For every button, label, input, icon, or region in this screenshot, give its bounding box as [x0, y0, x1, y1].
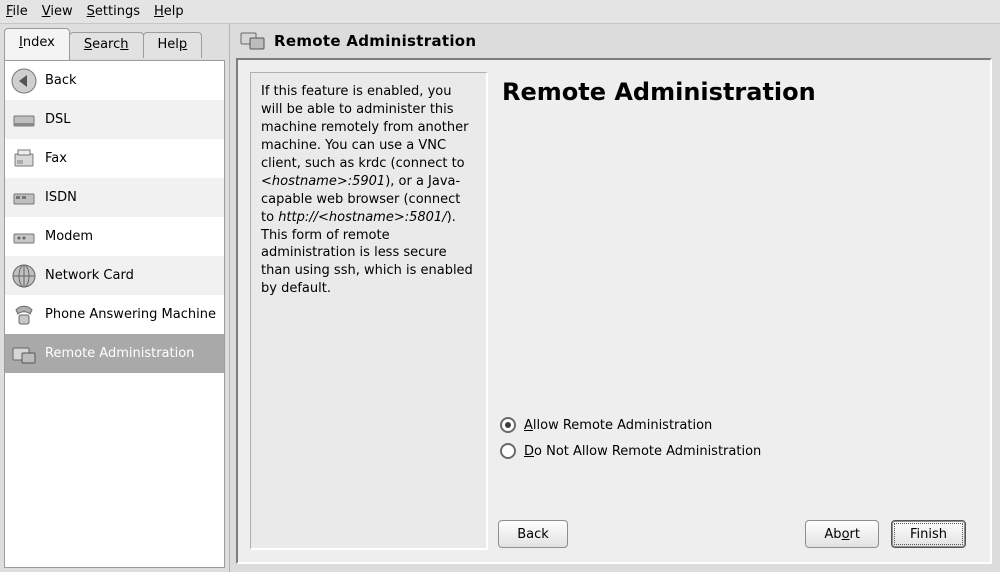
isdn-device-icon: [9, 183, 39, 213]
finish-button[interactable]: Finish: [891, 520, 966, 548]
menu-help[interactable]: Help: [154, 4, 184, 19]
sidebar-item-isdn[interactable]: ISDN: [5, 178, 224, 217]
radio-group: Allow Remote Administration Do Not Allow…: [498, 412, 978, 464]
button-bar: Back Abort Finish: [498, 520, 966, 548]
sidebar-item-phone-answering-machine[interactable]: Phone Answering Machine: [5, 295, 224, 334]
sidebar-tabs: Index Search Help: [4, 28, 225, 60]
page-title: Remote Administration: [274, 32, 476, 50]
radio-button-icon: [500, 417, 516, 433]
help-text-segment: If this feature is enabled, you will be …: [261, 84, 468, 171]
remote-admin-title-icon: [240, 30, 266, 52]
sidebar: Index Search Help Back DSL Fax: [0, 24, 230, 572]
sidebar-item-label: ISDN: [45, 190, 77, 205]
sidebar-item-label: Phone Answering Machine: [45, 307, 216, 322]
sidebar-item-label: Modem: [45, 229, 93, 244]
sidebar-item-label: Back: [45, 73, 77, 88]
help-text: If this feature is enabled, you will be …: [250, 72, 488, 550]
tab-help[interactable]: Help: [143, 32, 203, 58]
help-text-hostname1: <hostname>:5901: [261, 174, 385, 189]
sidebar-item-remote-administration[interactable]: Remote Administration: [5, 334, 224, 373]
sidebar-item-back[interactable]: Back: [5, 61, 224, 100]
radio-deny[interactable]: Do Not Allow Remote Administration: [500, 438, 978, 464]
content-area: Remote Administration If this feature is…: [230, 24, 1000, 572]
modem-icon: [9, 222, 39, 252]
sidebar-item-dsl[interactable]: DSL: [5, 100, 224, 139]
back-arrow-icon: [9, 66, 39, 96]
sidebar-item-label: Fax: [45, 151, 67, 166]
radio-label: Do Not Allow Remote Administration: [524, 444, 761, 459]
form-area: Remote Administration Allow Remote Admin…: [498, 72, 978, 550]
remote-admin-icon: [9, 339, 39, 369]
menu-file[interactable]: File: [6, 4, 28, 19]
sidebar-item-network-card[interactable]: Network Card: [5, 256, 224, 295]
menu-settings[interactable]: Settings: [87, 4, 140, 19]
menu-view[interactable]: View: [42, 4, 73, 19]
back-button[interactable]: Back: [498, 520, 568, 548]
dsl-modem-icon: [9, 105, 39, 135]
sidebar-item-modem[interactable]: Modem: [5, 217, 224, 256]
sidebar-item-fax[interactable]: Fax: [5, 139, 224, 178]
tab-search[interactable]: Search: [69, 32, 144, 58]
radio-button-icon: [500, 443, 516, 459]
menubar: File View Settings Help: [0, 0, 1000, 24]
sidebar-list: Back DSL Fax ISDN: [4, 60, 225, 568]
radio-allow[interactable]: Allow Remote Administration: [500, 412, 978, 438]
tab-index[interactable]: Index: [4, 28, 70, 60]
page-titlebar: Remote Administration: [236, 30, 992, 58]
help-text-hostname2: http://<hostname>:5801/: [278, 210, 446, 225]
main-panel: If this feature is enabled, you will be …: [236, 58, 992, 564]
radio-label: Allow Remote Administration: [524, 418, 712, 433]
sidebar-item-label: Network Card: [45, 268, 134, 283]
abort-button[interactable]: Abort: [805, 520, 879, 548]
page-heading: Remote Administration: [498, 72, 978, 106]
sidebar-item-label: Remote Administration: [45, 346, 194, 361]
phone-icon: [9, 300, 39, 330]
fax-machine-icon: [9, 144, 39, 174]
sidebar-item-label: DSL: [45, 112, 71, 127]
globe-network-icon: [9, 261, 39, 291]
